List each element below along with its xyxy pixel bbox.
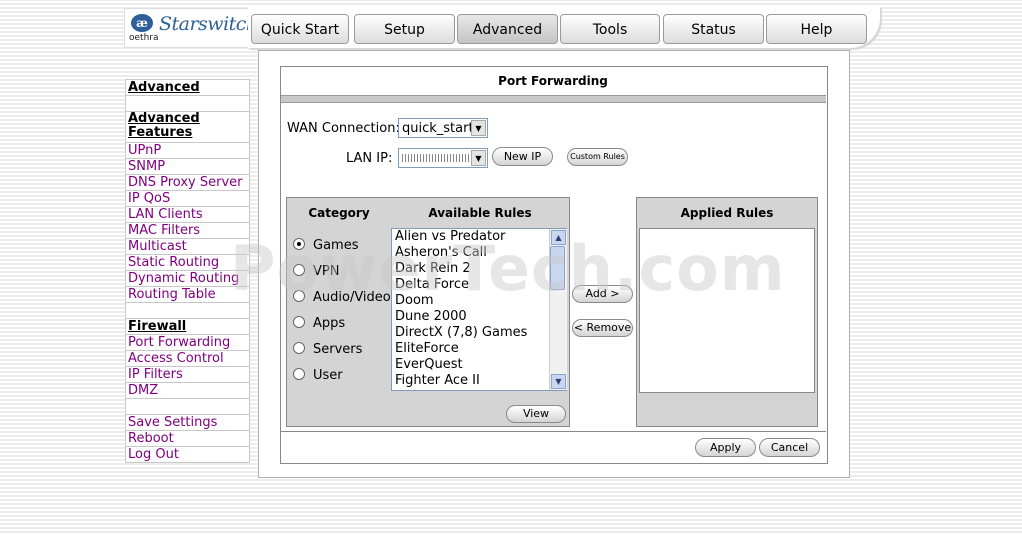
- watermark: PowerTech.com: [230, 232, 786, 305]
- wan-connection-value: quick_start: [402, 121, 474, 136]
- radio-apps[interactable]: [293, 316, 305, 328]
- sidebar-item-log-out[interactable]: Log Out: [125, 447, 250, 463]
- sidebar-spacer: [125, 303, 250, 319]
- radio-user[interactable]: [293, 368, 305, 380]
- available-rules-heading: Available Rules: [428, 206, 532, 220]
- sidebar-head-features[interactable]: Advanced Features: [125, 112, 250, 143]
- sidebar-item-ip-qos[interactable]: IP QoS: [125, 191, 250, 207]
- list-item[interactable]: Dune 2000: [392, 309, 566, 325]
- apply-button[interactable]: Apply: [695, 438, 756, 457]
- chevron-down-icon: ▼: [471, 120, 486, 136]
- tab-tools[interactable]: Tools: [560, 14, 660, 44]
- brand-mark: æ: [131, 14, 153, 32]
- radio-label-servers: Servers: [313, 342, 363, 357]
- tab-setup[interactable]: Setup: [354, 14, 455, 44]
- tab-help[interactable]: Help: [766, 14, 867, 44]
- sidebar-head-advanced[interactable]: Advanced: [125, 79, 250, 96]
- bottom-divider: [281, 431, 826, 432]
- wan-connection-label: WAN Connection:: [287, 121, 400, 136]
- sidebar-item-upnp[interactable]: UPnP: [125, 143, 250, 159]
- lan-ip-select[interactable]: ▼: [398, 148, 488, 168]
- sidebar-item-save-settings[interactable]: Save Settings: [125, 415, 250, 431]
- wan-connection-select[interactable]: quick_start ▼: [398, 118, 488, 138]
- sidebar-head-firewall[interactable]: Firewall: [125, 319, 250, 335]
- lan-ip-value-obscured: [402, 154, 470, 162]
- custom-rules-button[interactable]: Custom Rules: [567, 148, 628, 166]
- sidebar-item-ip-filters[interactable]: IP Filters: [125, 367, 250, 383]
- brand-product: Starswitch: [159, 13, 258, 35]
- brand-company: oethra: [129, 33, 159, 43]
- list-item[interactable]: DirectX (7,8) Games: [392, 325, 566, 341]
- list-item[interactable]: EliteForce: [392, 341, 566, 357]
- tab-advanced[interactable]: Advanced: [457, 14, 558, 44]
- tab-quick-start[interactable]: Quick Start: [251, 14, 349, 44]
- radio-servers[interactable]: [293, 342, 305, 354]
- sidebar-item-lan-clients[interactable]: LAN Clients: [125, 207, 250, 223]
- sidebar-spacer: [125, 96, 250, 112]
- new-ip-button[interactable]: New IP: [492, 147, 553, 166]
- brand-logo: æ oethra Starswitch: [124, 8, 258, 48]
- scroll-down-icon[interactable]: ▼: [551, 374, 566, 389]
- main-nav: Quick Start Setup Advanced Tools Status …: [248, 6, 880, 48]
- sidebar-item-port-forwarding[interactable]: Port Forwarding: [125, 335, 250, 351]
- radio-label-apps: Apps: [313, 316, 346, 331]
- list-item[interactable]: EverQuest: [392, 357, 566, 373]
- sidebar-item-snmp[interactable]: SNMP: [125, 159, 250, 175]
- sidebar-item-dns-proxy[interactable]: DNS Proxy Server: [125, 175, 250, 191]
- sidebar-spacer: [125, 399, 250, 415]
- list-item[interactable]: Fighter Ace II: [392, 373, 566, 389]
- cancel-button[interactable]: Cancel: [759, 438, 820, 457]
- applied-rules-heading: Applied Rules: [680, 206, 774, 220]
- sidebar-item-access-control[interactable]: Access Control: [125, 351, 250, 367]
- tab-status[interactable]: Status: [663, 14, 764, 44]
- lan-ip-label: LAN IP:: [346, 151, 393, 166]
- sidebar-item-dmz[interactable]: DMZ: [125, 383, 250, 399]
- chevron-down-icon: ▼: [471, 150, 486, 166]
- page-title: Port Forwarding: [498, 74, 608, 88]
- title-divider: [281, 95, 826, 103]
- sidebar-item-reboot[interactable]: Reboot: [125, 431, 250, 447]
- radio-label-user: User: [313, 368, 343, 383]
- remove-button[interactable]: < Remove: [572, 319, 633, 337]
- category-heading: Category: [308, 206, 370, 220]
- view-button[interactable]: View: [506, 405, 566, 423]
